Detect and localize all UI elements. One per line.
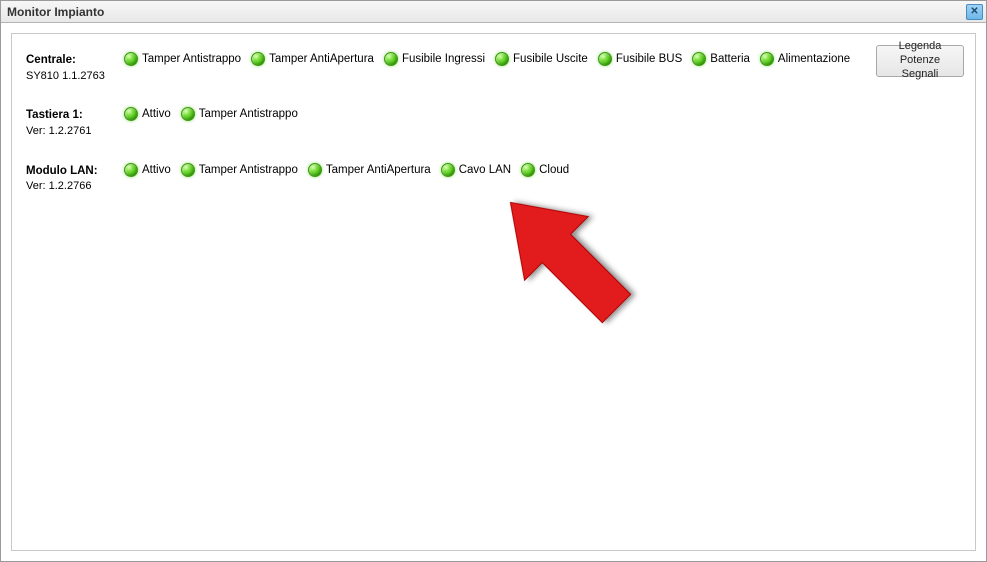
legend-button[interactable]: Legenda Potenze Segnali xyxy=(876,45,964,77)
led-icon xyxy=(760,52,774,66)
status-label: Attivo xyxy=(142,108,171,120)
led-icon xyxy=(521,163,535,177)
status-label: Cloud xyxy=(539,164,569,176)
status-item: Alimentazione xyxy=(760,52,850,66)
status-label: Batteria xyxy=(710,53,750,65)
device-version: Ver: 1.2.2766 xyxy=(26,179,124,194)
status-item: Cavo LAN xyxy=(441,163,511,177)
device-row: Centrale: SY810 1.1.2763 Tamper Antistra… xyxy=(26,52,961,83)
status-list: Attivo Tamper Antistrappo Tamper AntiApe… xyxy=(124,163,569,177)
close-button[interactable]: ✕ xyxy=(966,4,983,20)
led-icon xyxy=(441,163,455,177)
led-icon xyxy=(181,163,195,177)
titlebar: Monitor Impianto ✕ xyxy=(1,1,986,23)
status-item: Tamper Antistrappo xyxy=(124,52,241,66)
status-list: Attivo Tamper Antistrappo xyxy=(124,107,298,121)
status-label: Fusibile BUS xyxy=(616,53,682,65)
status-item: Tamper Antistrappo xyxy=(181,107,298,121)
close-icon: ✕ xyxy=(970,7,978,17)
status-label: Fusibile Uscite xyxy=(513,53,588,65)
window-title: Monitor Impianto xyxy=(7,5,104,19)
status-label: Attivo xyxy=(142,164,171,176)
window: Monitor Impianto ✕ Legenda Potenze Segna… xyxy=(0,0,987,562)
status-item: Tamper AntiApertura xyxy=(308,163,431,177)
led-icon xyxy=(124,107,138,121)
status-item: Attivo xyxy=(124,107,171,121)
status-item: Cloud xyxy=(521,163,569,177)
status-item: Tamper AntiApertura xyxy=(251,52,374,66)
led-icon xyxy=(124,52,138,66)
status-item: Fusibile Ingressi xyxy=(384,52,485,66)
device-label: Tastiera 1: Ver: 1.2.2761 xyxy=(26,107,124,138)
status-item: Batteria xyxy=(692,52,750,66)
status-label: Tamper Antistrappo xyxy=(199,108,298,120)
led-icon xyxy=(124,163,138,177)
device-version: SY810 1.1.2763 xyxy=(26,69,124,84)
device-version: Ver: 1.2.2761 xyxy=(26,124,124,139)
status-label: Tamper AntiApertura xyxy=(269,53,374,65)
status-list: Tamper Antistrappo Tamper AntiApertura F… xyxy=(124,52,850,66)
led-icon xyxy=(181,107,195,121)
led-icon xyxy=(692,52,706,66)
led-icon xyxy=(495,52,509,66)
status-item: Attivo xyxy=(124,163,171,177)
status-item: Fusibile BUS xyxy=(598,52,682,66)
led-icon xyxy=(308,163,322,177)
led-icon xyxy=(384,52,398,66)
content: Legenda Potenze Segnali Centrale: SY810 … xyxy=(1,23,986,561)
device-label: Modulo LAN: Ver: 1.2.2766 xyxy=(26,163,124,194)
status-label: Tamper AntiApertura xyxy=(326,164,431,176)
device-name: Modulo LAN: xyxy=(26,164,124,180)
status-item: Fusibile Uscite xyxy=(495,52,588,66)
status-item: Tamper Antistrappo xyxy=(181,163,298,177)
led-icon xyxy=(251,52,265,66)
status-label: Tamper Antistrappo xyxy=(142,53,241,65)
status-label: Alimentazione xyxy=(778,53,850,65)
device-name: Centrale: xyxy=(26,53,124,69)
status-label: Tamper Antistrappo xyxy=(199,164,298,176)
device-row: Modulo LAN: Ver: 1.2.2766 Attivo Tamper … xyxy=(26,163,961,194)
status-label: Cavo LAN xyxy=(459,164,511,176)
device-row: Tastiera 1: Ver: 1.2.2761 Attivo Tamper … xyxy=(26,107,961,138)
annotation-arrow-icon xyxy=(492,174,642,349)
device-name: Tastiera 1: xyxy=(26,108,124,124)
led-icon xyxy=(598,52,612,66)
device-label: Centrale: SY810 1.1.2763 xyxy=(26,52,124,83)
content-inner: Legenda Potenze Segnali Centrale: SY810 … xyxy=(11,33,976,551)
status-label: Fusibile Ingressi xyxy=(402,53,485,65)
